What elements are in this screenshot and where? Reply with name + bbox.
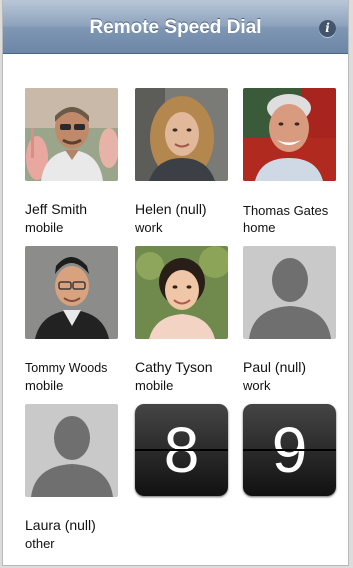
page-title: Remote Speed Dial	[89, 17, 262, 38]
speed-dial-tommy-woods[interactable]: Tommy Woods mobile	[25, 246, 123, 396]
cathy-tyson-photo	[135, 246, 228, 339]
contact-phone-label: work	[135, 220, 163, 235]
contact-phone-label: mobile	[25, 220, 64, 235]
jeff-smith-photo	[25, 88, 118, 181]
speed-dial-empty-slot-8[interactable]: 8	[135, 404, 233, 554]
contact-name: Jeff Smith	[25, 201, 87, 217]
contact-phone-label: mobile	[25, 378, 64, 393]
contact-phone-label: mobile	[135, 378, 174, 393]
contact-phone-label: home	[243, 220, 276, 235]
speed-dial-empty-slot-9[interactable]: 9	[243, 404, 341, 554]
speed-dial-paul[interactable]: Paul (null) work	[243, 246, 341, 396]
silhouette-placeholder-icon	[25, 404, 118, 497]
slot-digit: 9	[271, 414, 308, 486]
thomas-gates-photo	[243, 88, 336, 181]
app-window: Remote Speed Dial i Jeff Smith mobile He…	[2, 0, 349, 566]
speed-dial-jeff-smith[interactable]: Jeff Smith mobile	[25, 88, 123, 238]
empty-slot-digit-tile: 9	[243, 404, 336, 496]
info-icon[interactable]: i	[319, 20, 336, 37]
speed-dial-helen[interactable]: Helen (null) work	[135, 88, 233, 238]
speed-dial-thomas-gates[interactable]: Thomas Gates home	[243, 88, 341, 238]
contact-phone-label: other	[25, 536, 55, 551]
contact-name: Tommy Woods	[25, 361, 108, 375]
contact-name: Helen (null)	[135, 201, 207, 217]
contact-phone-label: work	[243, 378, 271, 393]
helen-photo	[135, 88, 228, 181]
empty-slot-digit-tile: 8	[135, 404, 228, 496]
silhouette-placeholder-icon	[243, 246, 336, 339]
speed-dial-cathy-tyson[interactable]: Cathy Tyson mobile	[135, 246, 233, 396]
contact-name: Thomas Gates	[243, 203, 329, 218]
slot-digit: 8	[163, 414, 200, 486]
navigation-bar: Remote Speed Dial i	[3, 0, 348, 54]
contact-name: Paul (null)	[243, 359, 307, 375]
contact-name: Cathy Tyson	[135, 359, 213, 375]
contact-name: Laura (null)	[25, 517, 96, 533]
tommy-woods-photo	[25, 246, 118, 339]
speed-dial-laura[interactable]: Laura (null) other	[25, 404, 123, 554]
